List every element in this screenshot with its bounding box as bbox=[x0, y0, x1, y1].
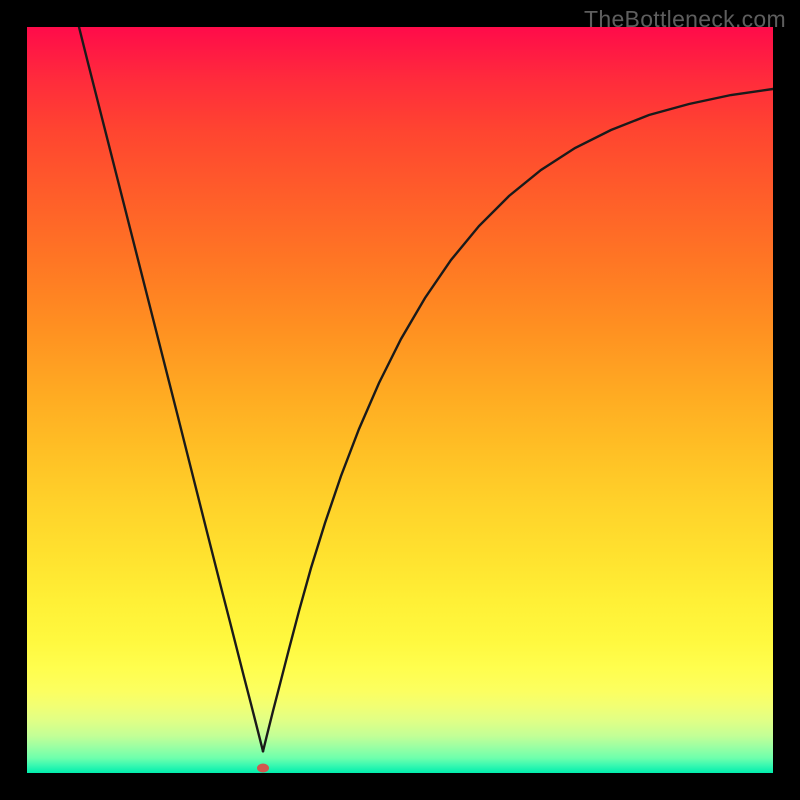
curve-left-branch bbox=[79, 27, 263, 751]
chart-frame bbox=[27, 27, 773, 773]
curve-right-branch bbox=[263, 89, 773, 751]
curve-plot bbox=[27, 27, 773, 773]
minimum-marker bbox=[257, 764, 269, 773]
